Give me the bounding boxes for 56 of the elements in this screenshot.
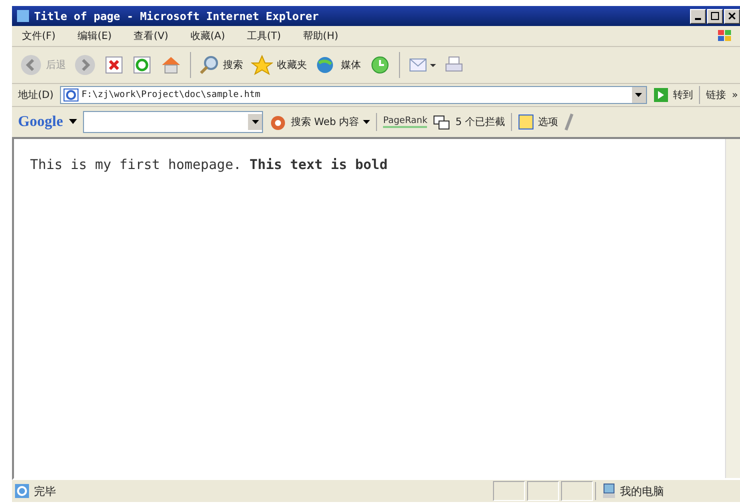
menu-item[interactable]: 帮助(H) bbox=[302, 29, 338, 43]
page-icon bbox=[62, 88, 79, 102]
google-search-field[interactable] bbox=[83, 111, 263, 133]
square-icon bbox=[518, 114, 534, 130]
browser-icon bbox=[16, 9, 30, 23]
caret-icon bbox=[363, 120, 370, 124]
menu-item[interactable]: 查看(V) bbox=[134, 29, 168, 43]
home-icon[interactable] bbox=[160, 55, 182, 75]
options-button[interactable]: 选项 bbox=[518, 114, 558, 130]
dropdown-button[interactable] bbox=[248, 114, 262, 130]
popup-blocker-button[interactable]: 5 个已拦截 bbox=[433, 114, 505, 130]
chevron-button[interactable]: » bbox=[732, 90, 738, 100]
favorites-button[interactable]: 收藏夹 bbox=[251, 55, 307, 75]
google-logo[interactable]: Google bbox=[18, 114, 63, 130]
page-icon bbox=[14, 483, 30, 499]
address-text: F:\zj\work\Project\doc\sample.htm bbox=[80, 90, 262, 100]
menu-item[interactable]: 工具(T) bbox=[247, 29, 281, 43]
status-text: 完毕 bbox=[34, 484, 56, 498]
windows-icon bbox=[433, 114, 452, 130]
search-button[interactable]: 搜索 bbox=[199, 55, 243, 75]
status-panel bbox=[527, 481, 559, 501]
status-panel bbox=[493, 481, 525, 501]
zone-text: 我的电脑 bbox=[620, 484, 664, 498]
close-icon bbox=[728, 12, 736, 20]
maximize-button[interactable] bbox=[707, 8, 723, 24]
links-label[interactable]: 链接 bbox=[706, 88, 726, 102]
refresh-icon[interactable] bbox=[132, 55, 152, 75]
caret-icon[interactable] bbox=[69, 119, 77, 125]
address-label: 地址(D) bbox=[18, 88, 54, 102]
address-field[interactable]: F:\zj\work\Project\doc\sample.htm bbox=[60, 86, 647, 104]
windows-logo-icon bbox=[716, 28, 734, 44]
go-button[interactable]: 转到 bbox=[652, 87, 693, 103]
caret-icon bbox=[635, 93, 642, 97]
computer-icon bbox=[602, 483, 616, 499]
stop-icon[interactable] bbox=[104, 55, 124, 75]
google-search-button[interactable]: 搜索 Web 内容 bbox=[269, 113, 370, 131]
media-button[interactable]: 媒体 bbox=[315, 55, 361, 75]
menu-item[interactable]: 编辑(E) bbox=[78, 29, 112, 43]
forward-button[interactable] bbox=[74, 54, 96, 76]
status-panel bbox=[561, 481, 593, 501]
dropdown-button[interactable] bbox=[632, 87, 646, 103]
search-icon bbox=[199, 55, 219, 75]
pagerank-meter: PageRank bbox=[383, 116, 428, 128]
menu-item[interactable]: 收藏(A) bbox=[190, 29, 225, 43]
maximize-icon bbox=[711, 12, 719, 20]
paragraph: This is my first homepage. This text is bold bbox=[30, 157, 389, 173]
pencil-icon[interactable] bbox=[564, 113, 574, 131]
caret-icon bbox=[252, 120, 258, 124]
menu-item[interactable]: 文件(F) bbox=[22, 29, 56, 43]
window-title: Title of page - Microsoft Internet Explorer bbox=[34, 10, 320, 22]
minimize-button[interactable] bbox=[690, 8, 706, 24]
history-icon[interactable] bbox=[369, 55, 391, 75]
scrollbar[interactable] bbox=[725, 139, 740, 478]
ring-icon bbox=[269, 113, 287, 131]
star-icon bbox=[251, 55, 273, 75]
close-button[interactable] bbox=[724, 8, 740, 24]
